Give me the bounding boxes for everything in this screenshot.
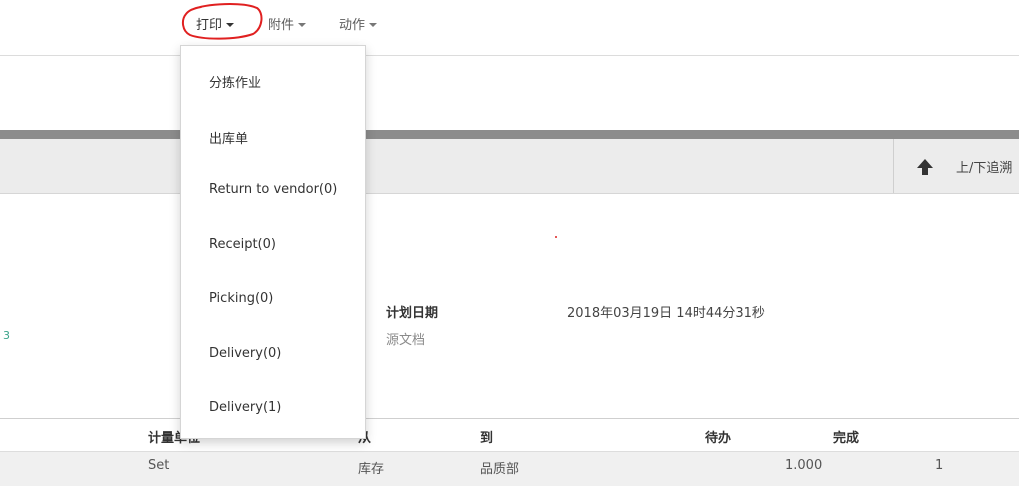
button-box-bar <box>0 139 1019 194</box>
trace-label: 上/下追溯 <box>956 161 1013 176</box>
attachment-button[interactable]: 附件 <box>268 14 307 33</box>
cell-done: 1 <box>935 458 944 473</box>
column-header-to: 到 <box>480 431 494 446</box>
action-label: 动作 <box>339 18 366 33</box>
print-button[interactable]: 打印 <box>196 14 235 33</box>
left-fragment: 3 <box>3 329 10 342</box>
cell-uom: Set <box>148 458 170 473</box>
table-divider <box>0 418 1019 419</box>
chevron-down-icon <box>369 22 378 27</box>
action-button[interactable]: 动作 <box>339 14 378 33</box>
print-dropdown-menu: 分拣作业 出库单 Return to vendor(0) Receipt(0) … <box>180 45 366 439</box>
menu-item-delivery-0[interactable]: Delivery(0) <box>209 346 281 361</box>
menu-item-receipt[interactable]: Receipt(0) <box>209 237 276 252</box>
menu-item-delivery-slip[interactable]: 出库单 <box>209 128 248 147</box>
status-bar <box>0 130 1019 139</box>
chevron-down-icon <box>226 22 235 27</box>
menu-item-picking-operation[interactable]: 分拣作业 <box>209 72 261 91</box>
scheduled-date-value: 2018年03月19日 14时44分31秒 <box>567 306 765 321</box>
attachment-label: 附件 <box>268 18 295 33</box>
chevron-down-icon <box>298 22 307 27</box>
trace-button[interactable]: 上/下追溯 <box>893 139 1019 193</box>
print-label: 打印 <box>196 18 223 33</box>
menu-item-return-to-vendor[interactable]: Return to vendor(0) <box>209 182 337 197</box>
cell-todo: 1.000 <box>785 458 823 473</box>
arrow-up-icon <box>917 159 933 175</box>
cell-from: 库存 <box>358 462 385 477</box>
column-header-todo: 待办 <box>705 431 732 446</box>
column-header-done: 完成 <box>833 431 860 446</box>
red-dot <box>555 236 557 238</box>
source-document-label: 源文档 <box>386 333 426 348</box>
cell-to: 品质部 <box>480 462 520 477</box>
scheduled-date-label: 计划日期 <box>386 306 439 321</box>
toolbar-divider <box>0 55 1019 56</box>
menu-item-delivery-1[interactable]: Delivery(1) <box>209 400 281 415</box>
menu-item-picking[interactable]: Picking(0) <box>209 291 273 306</box>
